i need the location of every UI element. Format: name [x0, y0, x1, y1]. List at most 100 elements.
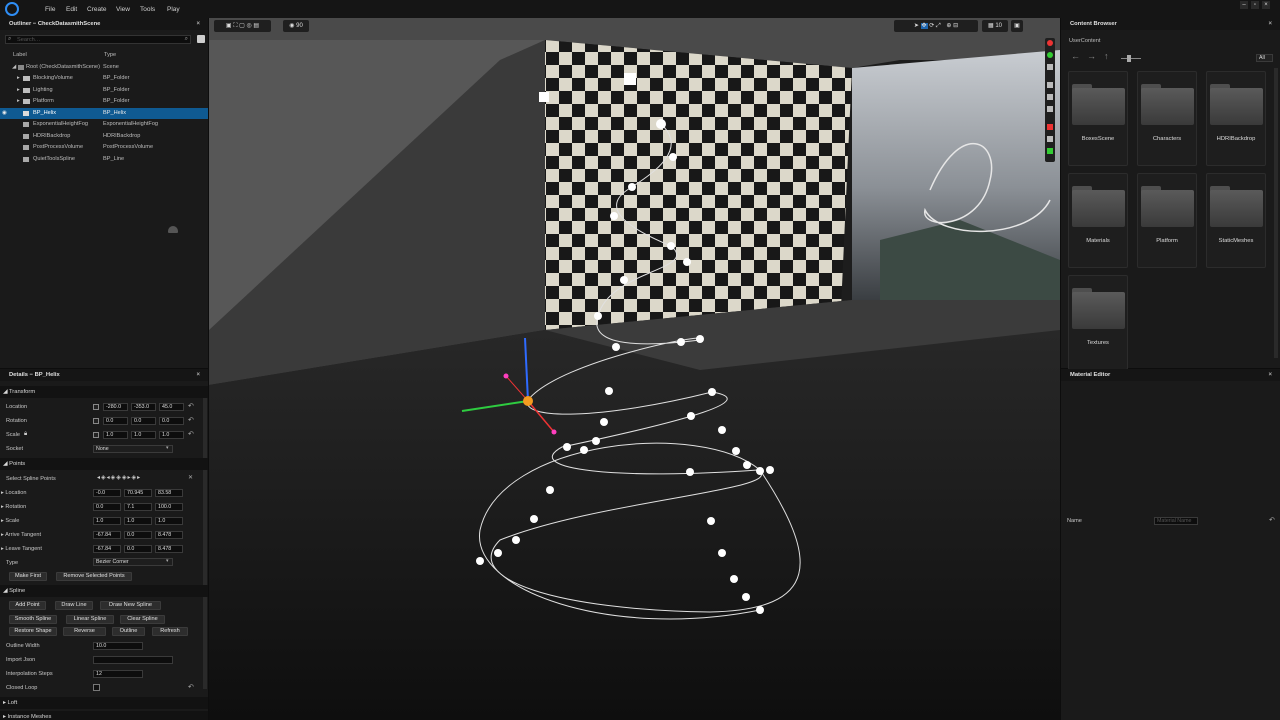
add-point-button[interactable]: Add Point [9, 601, 46, 610]
point-rotation-z-field[interactable]: 100.0 [155, 503, 183, 511]
point-rotation-x-field[interactable]: 0.0 [93, 503, 121, 511]
tool-icon[interactable] [1047, 148, 1053, 154]
material-name-input[interactable]: Material Name [1154, 517, 1198, 525]
outline-width-field[interactable]: 10.0 [93, 642, 143, 650]
arrive-tangent-y-field[interactable]: 0.0 [124, 531, 152, 539]
folder-staticmeshes[interactable]: StaticMeshes [1206, 173, 1266, 268]
material-editor-close-button[interactable]: × [1268, 369, 1272, 381]
layer-icon[interactable] [1047, 94, 1053, 100]
refresh-button[interactable]: Refresh [152, 627, 188, 636]
linear-spline-button[interactable]: Linear Spline [66, 615, 114, 624]
layer-icon[interactable] [1047, 82, 1053, 88]
outliner-row-bp-helix[interactable]: ◉ BP_Helix BP_Helix [0, 108, 208, 119]
folder-platform[interactable]: Platform [1137, 173, 1197, 268]
location-y-field[interactable]: -353.0 [131, 403, 156, 411]
visibility-eye-icon[interactable]: ◉ [2, 108, 7, 119]
menu-view[interactable]: View [116, 0, 130, 18]
leave-tangent-y-field[interactable]: 0.0 [124, 545, 152, 553]
make-first-button[interactable]: Make First [9, 572, 47, 581]
show-flags-icon[interactable]: ◎ [246, 23, 251, 29]
search-input[interactable]: Search… [17, 37, 40, 43]
folder-materials[interactable]: Materials [1068, 173, 1128, 268]
scale-icon[interactable]: ⤢ [936, 23, 941, 29]
details-scrollbar[interactable] [203, 389, 207, 689]
filter-dropdown[interactable]: All [1256, 54, 1273, 62]
reset-icon[interactable]: ↶ [1269, 516, 1275, 524]
folder-characters[interactable]: Characters [1137, 71, 1197, 166]
link-icon[interactable] [93, 418, 99, 424]
reverse-button[interactable]: Reverse [63, 627, 106, 636]
arrive-tangent-z-field[interactable]: 8.478 [155, 531, 183, 539]
world-space-icon[interactable]: ⊕ [946, 23, 951, 29]
select-icon[interactable]: ➤ [914, 23, 919, 29]
section-transform[interactable]: ◢ Transform [0, 386, 208, 398]
reset-icon[interactable]: ↶ [188, 416, 194, 424]
app-logo[interactable] [5, 2, 19, 16]
menu-create[interactable]: Create [87, 0, 107, 18]
back-arrow-icon[interactable]: ← [1071, 51, 1080, 61]
close-window-button[interactable]: × [1262, 1, 1270, 9]
menu-tools[interactable]: Tools [140, 0, 155, 18]
menu-edit[interactable]: Edit [66, 0, 77, 18]
lock-icon[interactable]: 🔒︎ [24, 431, 27, 438]
expand-arrow-icon[interactable]: ◢ [12, 62, 16, 73]
point-location-x-field[interactable]: -0.0 [93, 489, 121, 497]
perspective-icon[interactable]: ▣ [226, 23, 232, 29]
location-z-field[interactable]: 45.0 [159, 403, 184, 411]
light-icon-1[interactable] [624, 73, 636, 85]
surface-snap-icon[interactable]: ⊟ [953, 23, 958, 29]
import-json-field[interactable] [93, 656, 173, 664]
section-points[interactable]: ◢ Points [0, 458, 208, 470]
camera-speed-icon[interactable]: ▣ [1011, 20, 1023, 32]
clear-selection-icon[interactable]: ✕ [188, 474, 193, 481]
outliner-row-postprocess[interactable]: PostProcessVolume PostProcessVolume [0, 142, 208, 153]
pause-icon[interactable] [1047, 64, 1053, 70]
camera-icon[interactable]: ▢ [239, 23, 245, 29]
bookmark-icon[interactable] [1047, 124, 1053, 130]
content-scrollbar[interactable] [1274, 68, 1278, 358]
forward-arrow-icon[interactable]: → [1087, 51, 1096, 61]
scale-x-field[interactable]: 1.0 [103, 431, 128, 439]
outliner-row-platform[interactable]: ▸ Platform BP_Folder [0, 96, 208, 107]
interpolation-steps-field[interactable]: 12 [93, 670, 143, 678]
reset-icon[interactable]: ↶ [188, 430, 194, 438]
play-icon[interactable] [1047, 52, 1053, 58]
rotate-icon[interactable]: ⟳ [929, 23, 934, 29]
point-scale-y-field[interactable]: 1.0 [124, 517, 152, 525]
collapse-arrow-icon[interactable]: ▸ [17, 73, 20, 84]
add-folder-icon[interactable] [197, 35, 205, 43]
outliner-row-hdribackdrop[interactable]: HDRIBackdrop HDRIBackdrop [0, 131, 208, 142]
folder-hdribackdrop[interactable]: HDRIBackdrop [1206, 71, 1266, 166]
point-scale-z-field[interactable]: 1.0 [155, 517, 183, 525]
outliner-row-fog[interactable]: ExponentialHeightFog ExponentialHeightFo… [0, 119, 208, 130]
thumbnail-size-slider[interactable] [1121, 58, 1141, 59]
socket-dropdown[interactable]: None [93, 445, 173, 453]
maximize-button[interactable]: ▫ [1251, 1, 1259, 9]
search-submit-icon[interactable]: ⌕ [185, 36, 188, 43]
frame-icon[interactable]: ⛶ [233, 23, 237, 29]
draw-line-button[interactable]: Draw Line [55, 601, 93, 610]
restore-shape-button[interactable]: Restore Shape [9, 627, 57, 636]
outliner-row-blockingvolume[interactable]: ▸ BlockingVolume BP_Folder [0, 73, 208, 84]
smooth-spline-button[interactable]: Smooth Spline [9, 615, 57, 624]
leave-tangent-z-field[interactable]: 8.478 [155, 545, 183, 553]
light-icon-2[interactable] [539, 92, 549, 102]
leave-tangent-x-field[interactable]: -67.84 [93, 545, 121, 553]
scale-z-field[interactable]: 1.0 [159, 431, 184, 439]
minimize-button[interactable]: – [1240, 1, 1248, 9]
lit-mode-icon[interactable]: ▤ [253, 23, 259, 29]
scale-y-field[interactable]: 1.0 [131, 431, 156, 439]
point-location-y-field[interactable]: 70.945 [124, 489, 152, 497]
menu-file[interactable]: File [45, 0, 55, 18]
tool-icon[interactable] [1047, 136, 1053, 142]
collapse-arrow-icon[interactable]: ▸ [17, 85, 20, 96]
section-instance-meshes[interactable]: ▸ Instance Meshes [0, 711, 208, 720]
grid-snap-control[interactable]: ▦ 10 [982, 20, 1008, 32]
spline-point-selector-icons[interactable]: ◂◈◂◈◈◈▸◈▸ [97, 474, 177, 483]
content-browser-close-button[interactable]: × [1268, 18, 1272, 30]
point-location-z-field[interactable]: 83.58 [155, 489, 183, 497]
details-close-button[interactable]: × [196, 369, 200, 381]
rotation-x-field[interactable]: 0.0 [103, 417, 128, 425]
outliner-row-quiettoolsspline[interactable]: QuietToolsSpline BP_Line [0, 154, 208, 165]
move-icon[interactable]: ✥ [920, 23, 928, 29]
